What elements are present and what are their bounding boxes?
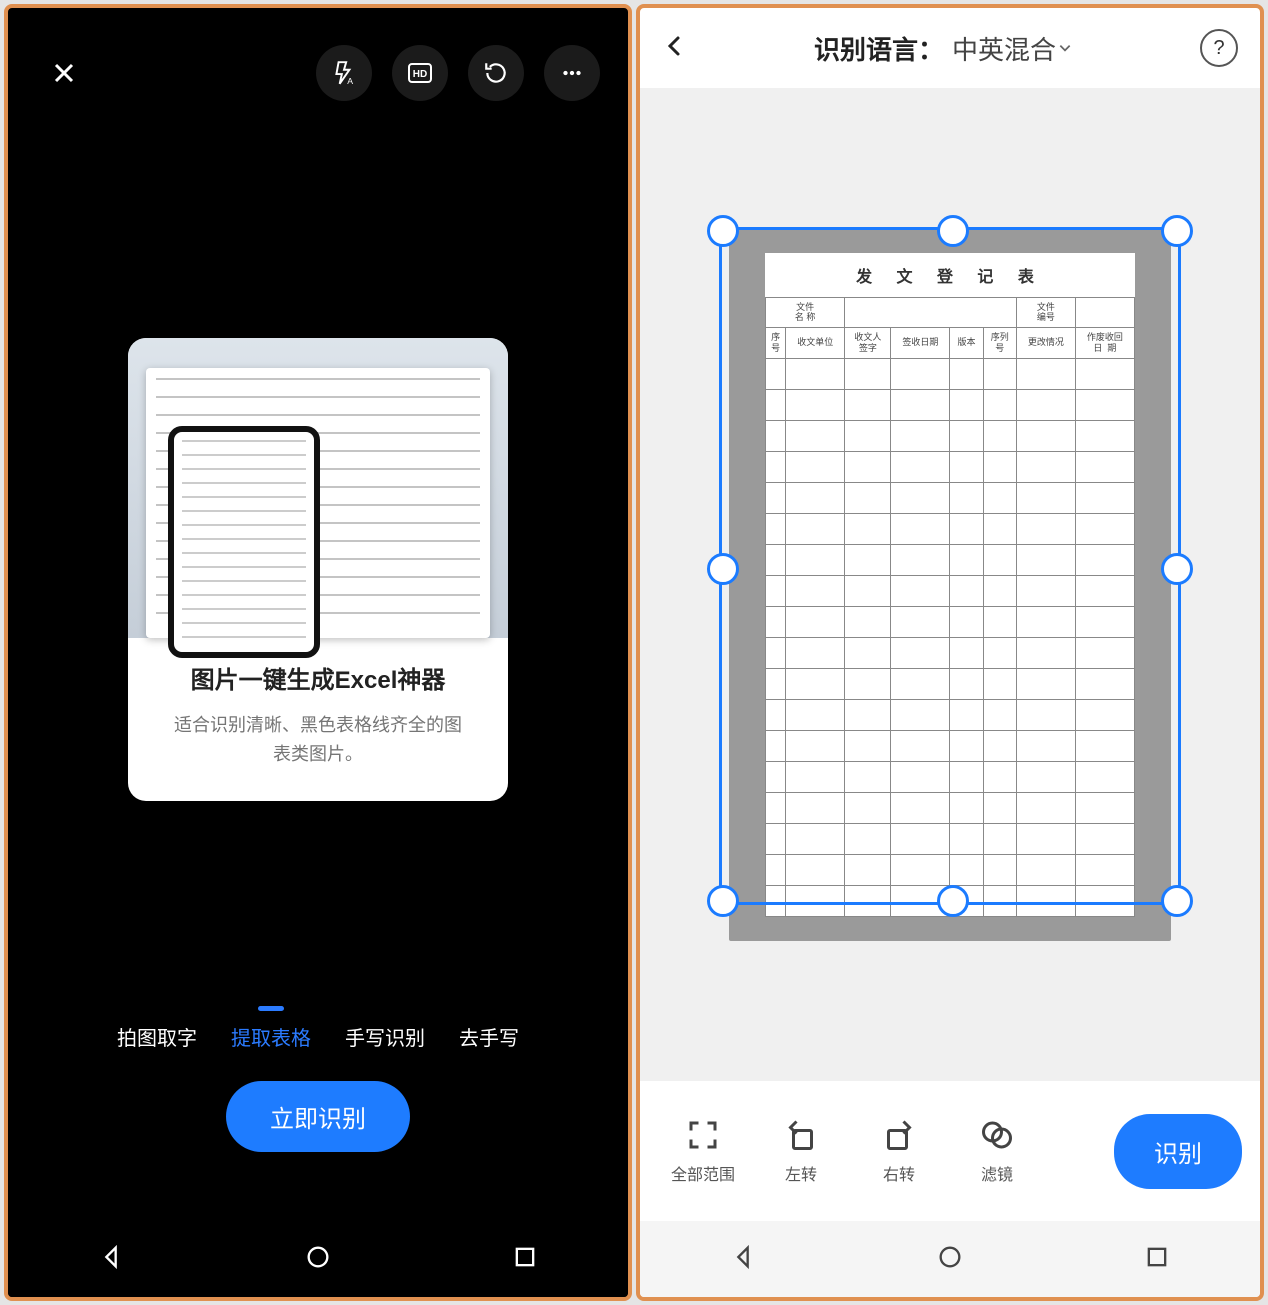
flash-auto-icon: A	[331, 60, 357, 86]
nav-back-icon	[97, 1243, 125, 1271]
tool-filter[interactable]: 滤镜	[952, 1117, 1042, 1185]
nav-recent-icon	[511, 1243, 539, 1271]
close-button[interactable]	[36, 45, 92, 101]
intro-card-caption: 图片一键生成Excel神器 适合识别清晰、黑色表格线齐全的图表类图片。	[128, 638, 508, 801]
recognize-now-button[interactable]: 立即识别	[226, 1081, 410, 1152]
mode-tab-phototext[interactable]: 拍图取字	[115, 1018, 199, 1055]
tool-full-range[interactable]: 全部范围	[658, 1117, 748, 1185]
nav-recent-button[interactable]	[511, 1243, 539, 1276]
mock-phone-icon	[168, 426, 320, 658]
crop-handle-tr[interactable]	[1161, 215, 1193, 247]
nav-home-icon	[936, 1243, 964, 1271]
crop-handle-tl[interactable]	[707, 215, 739, 247]
svg-text:A: A	[347, 76, 353, 86]
camera-top-bar: A HD	[8, 8, 628, 138]
rotate-right-icon	[881, 1117, 917, 1153]
rotate-icon	[483, 60, 509, 86]
tool-rotate-right[interactable]: 右转	[854, 1117, 944, 1185]
left-phone: A HD 图片一键生成Excel神器	[4, 4, 632, 1301]
tool-label: 滤镜	[981, 1161, 1013, 1185]
editor-header: 识别语言： 中英混合 ?	[640, 8, 1260, 88]
rotate-left-icon	[783, 1117, 819, 1153]
mode-tab-handwriting[interactable]: 手写识别	[343, 1018, 427, 1055]
hd-button[interactable]: HD	[392, 45, 448, 101]
recognize-button[interactable]: 识别	[1114, 1114, 1242, 1189]
more-horizontal-icon	[559, 60, 585, 86]
rotate-camera-button[interactable]	[468, 45, 524, 101]
mode-tabs: 拍图取字 提取表格 手写识别 去手写	[8, 1001, 628, 1071]
intro-card-desc: 适合识别清晰、黑色表格线齐全的图表类图片。	[173, 711, 463, 769]
language-selector[interactable]: 识别语言： 中英混合	[686, 30, 1200, 67]
crop-frame[interactable]	[719, 227, 1181, 905]
nav-back-button[interactable]	[729, 1243, 757, 1276]
crop-handle-bl[interactable]	[707, 885, 739, 917]
svg-text:HD: HD	[413, 69, 427, 80]
expand-icon	[685, 1117, 721, 1153]
crop-canvas: 发 文 登 记 表 文件 名 称 文件 编号 序 号 收文单位	[640, 88, 1260, 1081]
nav-recent-icon	[1143, 1243, 1171, 1271]
nav-home-button[interactable]	[304, 1243, 332, 1276]
more-button[interactable]	[544, 45, 600, 101]
close-icon	[52, 61, 76, 85]
nav-home-icon	[304, 1243, 332, 1271]
nav-recent-button[interactable]	[1143, 1243, 1171, 1276]
intro-card: 图片一键生成Excel神器 适合识别清晰、黑色表格线齐全的图表类图片。	[128, 338, 508, 801]
android-nav-bar	[8, 1221, 628, 1297]
document-wrap: 发 文 登 记 表 文件 名 称 文件 编号 序 号 收文单位	[705, 205, 1195, 965]
tool-label: 右转	[883, 1161, 915, 1185]
editor-tool-row: 全部范围 左转 右转 滤镜 识别	[640, 1081, 1260, 1221]
nav-back-button[interactable]	[97, 1243, 125, 1276]
help-button[interactable]: ?	[1200, 29, 1238, 67]
screenshot-pair: A HD 图片一键生成Excel神器	[0, 0, 1268, 1305]
crop-handle-bc[interactable]	[937, 885, 969, 917]
primary-action-area: 立即识别	[8, 1071, 628, 1221]
language-label: 识别语言：	[814, 30, 944, 67]
crop-handle-mr[interactable]	[1161, 553, 1193, 585]
filter-icon	[979, 1117, 1015, 1153]
tool-label: 全部范围	[671, 1161, 735, 1185]
nav-home-button[interactable]	[936, 1243, 964, 1276]
nav-back-icon	[729, 1243, 757, 1271]
tool-label: 左转	[785, 1161, 817, 1185]
hd-icon: HD	[406, 59, 434, 87]
android-nav-bar	[640, 1221, 1260, 1297]
mode-tab-remove-handwriting[interactable]: 去手写	[457, 1018, 521, 1055]
camera-preview-area: 图片一键生成Excel神器 适合识别清晰、黑色表格线齐全的图表类图片。	[8, 138, 628, 1001]
tool-rotate-left[interactable]: 左转	[756, 1117, 846, 1185]
flash-button[interactable]: A	[316, 45, 372, 101]
back-button[interactable]	[662, 34, 686, 63]
right-phone: 识别语言： 中英混合 ? 发 文 登 记 表 文件 名 称	[636, 4, 1264, 1301]
crop-handle-tc[interactable]	[937, 215, 969, 247]
question-mark-icon: ?	[1213, 37, 1224, 60]
chevron-left-icon	[662, 34, 686, 58]
intro-card-image	[128, 338, 508, 638]
mode-tab-extract-table[interactable]: 提取表格	[229, 1018, 313, 1055]
camera-toolbar-right: A HD	[316, 45, 600, 101]
crop-handle-ml[interactable]	[707, 553, 739, 585]
crop-handle-br[interactable]	[1161, 885, 1193, 917]
language-value: 中英混合	[952, 30, 1056, 67]
intro-card-title: 图片一键生成Excel神器	[146, 660, 490, 695]
chevron-down-icon	[1058, 41, 1072, 55]
